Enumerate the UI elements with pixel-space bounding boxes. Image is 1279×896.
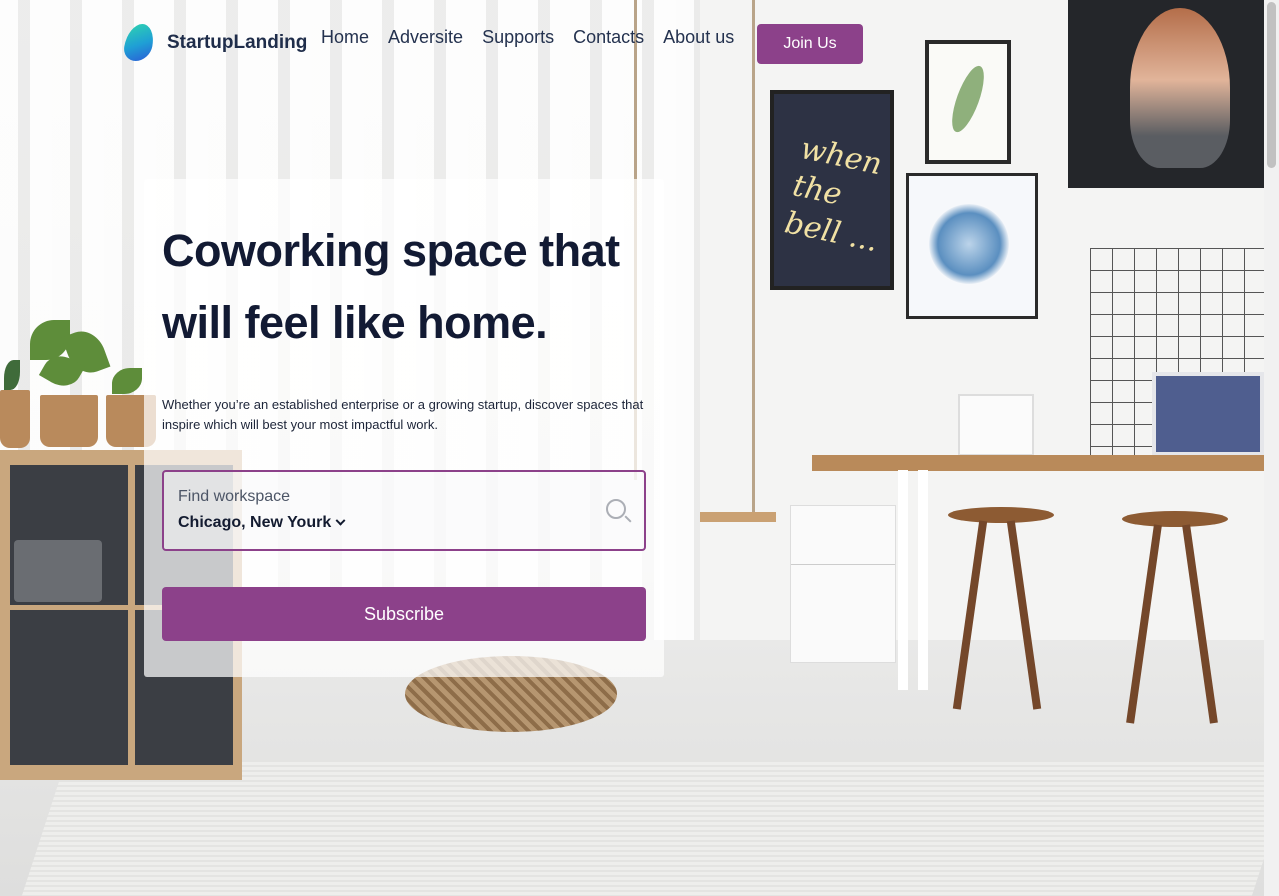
location-value: Chicago, New Yourk <box>178 514 332 531</box>
top-navbar: StartupLanding Home Adversite Supports C… <box>0 0 1264 90</box>
lightbox-sign <box>958 394 1034 456</box>
nav-item-supports[interactable]: Supports <box>482 27 554 47</box>
drawer-cabinet <box>790 505 896 663</box>
scrollbar-thumb[interactable] <box>1267 2 1276 168</box>
hero-subtitle: Whether you’re an established enterprise… <box>162 397 644 432</box>
plant-pot <box>0 390 30 448</box>
poster-lettering: when the bell ... <box>781 131 885 260</box>
floor-rug <box>14 760 1264 896</box>
search-icon[interactable] <box>606 499 626 519</box>
main-menu: Home Adversite Supports Contacts About u… <box>321 27 753 47</box>
page-scrollbar[interactable] <box>1264 0 1279 896</box>
subscribe-button[interactable]: Subscribe <box>162 587 646 641</box>
find-workspace-field[interactable]: Find workspace Chicago, New Yourk <box>162 470 646 551</box>
hero-card: Coworking space that will feel like home… <box>144 179 664 677</box>
laptop <box>1152 372 1264 456</box>
join-us-button[interactable]: Join Us <box>757 24 863 64</box>
storage-box <box>14 540 102 602</box>
swing-seat <box>700 512 776 522</box>
wall-poster-watercolor <box>906 173 1038 319</box>
desk-top <box>812 455 1264 471</box>
nav-item-contacts[interactable]: Contacts <box>573 27 644 47</box>
find-workspace-label: Find workspace <box>178 488 291 505</box>
brand-name: StartupLanding <box>167 31 308 53</box>
startup-logo-icon <box>121 24 157 61</box>
brand-logo[interactable]: StartupLanding <box>121 24 308 61</box>
wall-poster-lettering: when the bell ... <box>770 90 894 290</box>
hero-headline: Coworking space that will feel like home… <box>162 225 620 348</box>
desk-leg <box>898 470 928 690</box>
nav-item-about-us[interactable]: About us <box>663 27 734 47</box>
plant-pot <box>40 395 98 447</box>
nav-item-home[interactable]: Home <box>321 27 369 47</box>
stool-seat <box>1122 511 1228 527</box>
chevron-down-icon <box>335 515 346 526</box>
stool-seat <box>948 507 1054 523</box>
location-select[interactable]: Chicago, New Yourk <box>178 514 346 532</box>
nav-item-adversite[interactable]: Adversite <box>388 27 463 47</box>
